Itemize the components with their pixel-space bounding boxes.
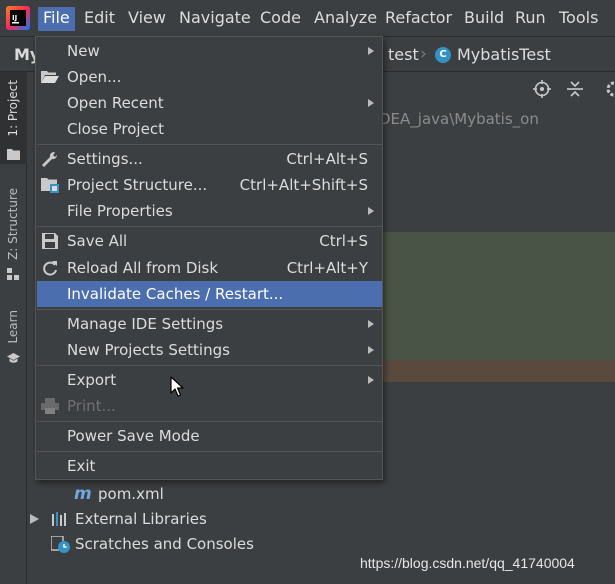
menu-navigate[interactable]: Navigate (174, 7, 256, 31)
tree-selection-highlight (382, 232, 615, 360)
intellij-logo-icon: IJ (6, 6, 30, 30)
menu-item-new-projects-settings-label: New Projects Settings (67, 341, 230, 359)
menu-item-save-all[interactable]: Save All Ctrl+S (37, 228, 382, 254)
menu-item-exit-label: Exit (67, 457, 96, 475)
tool-tab-structure[interactable]: Z: Structure (0, 182, 27, 282)
folder-open-icon (41, 71, 59, 83)
menu-code[interactable]: Code (255, 7, 306, 31)
shortcut-project-structure: Ctrl+Alt+Shift+S (239, 176, 368, 194)
submenu-arrow-icon (368, 346, 374, 354)
menu-item-open-recent[interactable]: Open Recent (37, 90, 382, 116)
tree-item-scratches[interactable]: Scratches and Consoles (51, 533, 291, 555)
menu-item-invalidate-caches-label: Invalidate Caches / Restart... (67, 285, 284, 303)
structure-icon (7, 268, 19, 280)
svg-text:IJ: IJ (12, 14, 17, 22)
tree-row-highlight (382, 360, 615, 382)
tool-tab-structure-label: Z: Structure (6, 188, 20, 260)
menu-item-project-structure-label: Project Structure... (67, 176, 208, 194)
menu-item-export[interactable]: Export (37, 367, 382, 393)
menu-item-reload-all-label: Reload All from Disk (67, 259, 219, 277)
menu-item-export-label: Export (67, 371, 117, 389)
menu-item-file-properties[interactable]: File Properties (37, 198, 382, 224)
breadcrumb-test[interactable]: test (388, 45, 419, 64)
menu-item-save-all-label: Save All (67, 232, 128, 250)
menu-build[interactable]: Build (459, 7, 509, 31)
tree-item-external-libraries[interactable]: External Libraries (27, 508, 287, 530)
mouse-cursor-icon (170, 376, 184, 397)
menu-item-reload-all[interactable]: Reload All from Disk Ctrl+Alt+Y (37, 255, 382, 281)
wrench-icon (42, 151, 58, 167)
submenu-arrow-icon (368, 47, 374, 55)
menu-separator (37, 365, 382, 366)
menu-item-open-label: Open... (67, 68, 122, 86)
tool-tab-project-label: 1: Project (6, 80, 20, 137)
breadcrumb-separator-icon: › (420, 44, 427, 64)
print-icon (41, 398, 59, 414)
class-icon: C (435, 47, 451, 63)
menu-item-open-recent-label: Open Recent (67, 94, 164, 112)
menu-item-close-project-label: Close Project (67, 120, 164, 138)
menu-analyze[interactable]: Analyze (309, 7, 382, 31)
menu-separator (37, 226, 382, 227)
menu-item-exit[interactable]: Exit (37, 453, 382, 479)
tool-tab-learn[interactable]: Learn (0, 304, 27, 368)
tree-item-external-libraries-label: External Libraries (75, 510, 207, 528)
menu-separator (37, 451, 382, 452)
project-structure-icon (41, 178, 59, 193)
menu-separator (37, 421, 382, 422)
menu-run[interactable]: Run (510, 7, 551, 31)
scratches-icon (51, 536, 70, 553)
menu-separator (37, 144, 382, 145)
menu-item-settings[interactable]: Settings... Ctrl+Alt+S (37, 146, 382, 172)
menu-item-close-project[interactable]: Close Project (37, 116, 382, 142)
menu-file[interactable]: File (38, 7, 75, 31)
menu-item-new[interactable]: New (37, 38, 382, 64)
collapse-all-icon[interactable] (566, 80, 584, 98)
menu-item-power-save-mode-label: Power Save Mode (67, 427, 200, 445)
menu-item-new-projects-settings[interactable]: New Projects Settings (37, 337, 382, 363)
expand-arrow-icon[interactable] (30, 514, 39, 524)
tool-window-strip: 1: Project Z: Structure Learn (0, 72, 27, 584)
tool-tab-project[interactable]: 1: Project (0, 72, 27, 164)
menu-separator (37, 309, 382, 310)
menu-view[interactable]: View (123, 7, 171, 31)
submenu-arrow-icon (368, 320, 374, 328)
watermark-text: https://blog.csdn.net/qq_41740004 (360, 555, 575, 571)
graduation-cap-icon (7, 353, 20, 363)
menu-tools[interactable]: Tools (554, 7, 603, 31)
submenu-arrow-icon (368, 376, 374, 384)
breadcrumb-class[interactable]: MybatisTest (457, 45, 551, 64)
menu-item-manage-ide-settings[interactable]: Manage IDE Settings (37, 311, 382, 337)
tree-item-scratches-label: Scratches and Consoles (75, 535, 254, 553)
menu-item-print: Print... (37, 393, 382, 419)
menu-item-print-label: Print... (67, 397, 116, 415)
folder-icon (7, 149, 20, 160)
menu-item-open[interactable]: Open... (37, 64, 382, 90)
submenu-arrow-icon (368, 99, 374, 107)
menu-edit[interactable]: Edit (79, 7, 120, 31)
save-icon (42, 233, 58, 249)
menu-item-file-properties-label: File Properties (67, 202, 173, 220)
main-menu-bar: IJ File Edit View Navigate Code Analyze … (0, 0, 615, 36)
menu-item-project-structure[interactable]: Project Structure... Ctrl+Alt+Shift+S (37, 172, 382, 198)
library-icon (52, 512, 66, 526)
shortcut-reload-all: Ctrl+Alt+Y (286, 259, 368, 277)
menu-item-new-label: New (67, 42, 100, 60)
shortcut-settings: Ctrl+Alt+S (286, 150, 368, 168)
project-root-path: DEA_java\Mybatis_on (379, 110, 539, 128)
menu-item-settings-label: Settings... (67, 150, 143, 168)
locate-file-icon[interactable] (533, 80, 551, 98)
menu-item-invalidate-caches[interactable]: Invalidate Caches / Restart... (37, 281, 382, 307)
tree-item-pom-label: pom.xml (98, 485, 164, 503)
menu-item-manage-ide-settings-label: Manage IDE Settings (67, 315, 224, 333)
maven-icon: m (74, 484, 92, 504)
shortcut-save-all: Ctrl+S (319, 232, 368, 250)
gear-icon[interactable] (605, 80, 615, 98)
tool-tab-learn-label: Learn (6, 310, 20, 344)
menu-refactor[interactable]: Refactor (380, 7, 457, 31)
menu-item-power-save-mode[interactable]: Power Save Mode (37, 423, 382, 449)
reload-icon (43, 261, 57, 276)
submenu-arrow-icon (368, 207, 374, 215)
file-menu-dropdown: New Open... Open Recent Close Project Se… (35, 36, 383, 480)
